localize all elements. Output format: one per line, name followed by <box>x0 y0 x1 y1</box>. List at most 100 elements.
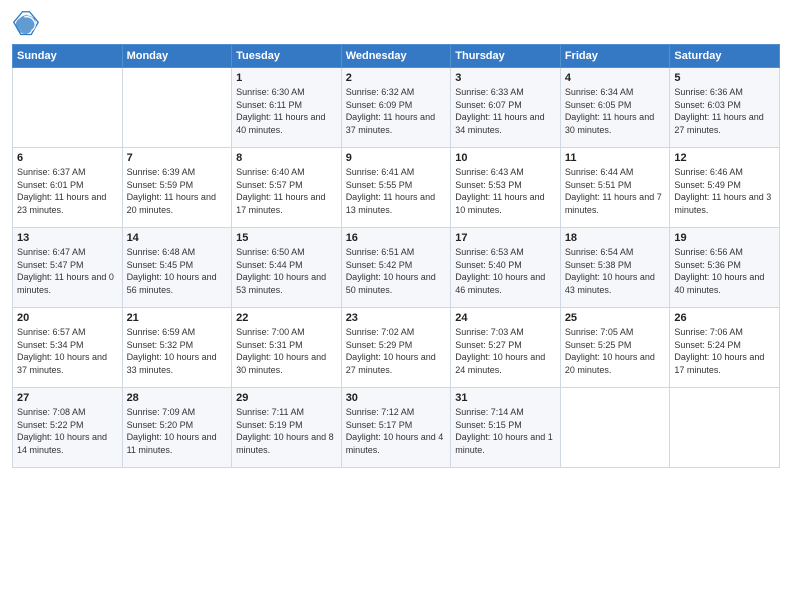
cell-5-1: 27 Sunrise: 7:08 AM Sunset: 5:22 PM Dayli… <box>13 388 123 468</box>
day-number: 2 <box>346 72 447 84</box>
day-number: 26 <box>674 312 775 324</box>
day-number: 20 <box>17 312 118 324</box>
week-row-4: 20 Sunrise: 6:57 AM Sunset: 5:34 PM Dayli… <box>13 308 780 388</box>
day-number: 7 <box>127 152 228 164</box>
cell-info: Sunrise: 6:46 AM Sunset: 5:49 PM Dayligh… <box>674 166 775 216</box>
cell-info: Sunrise: 6:33 AM Sunset: 6:07 PM Dayligh… <box>455 86 556 136</box>
col-header-thursday: Thursday <box>451 45 561 68</box>
cell-2-1: 6 Sunrise: 6:37 AM Sunset: 6:01 PM Daylig… <box>13 148 123 228</box>
cell-info: Sunrise: 6:57 AM Sunset: 5:34 PM Dayligh… <box>17 326 118 376</box>
day-number: 24 <box>455 312 556 324</box>
cell-1-6: 4 Sunrise: 6:34 AM Sunset: 6:05 PM Daylig… <box>560 68 670 148</box>
cell-5-3: 29 Sunrise: 7:11 AM Sunset: 5:19 PM Dayli… <box>232 388 342 468</box>
day-number: 19 <box>674 232 775 244</box>
cell-info: Sunrise: 6:37 AM Sunset: 6:01 PM Dayligh… <box>17 166 118 216</box>
day-number: 21 <box>127 312 228 324</box>
cell-info: Sunrise: 6:36 AM Sunset: 6:03 PM Dayligh… <box>674 86 775 136</box>
cell-2-5: 10 Sunrise: 6:43 AM Sunset: 5:53 PM Dayli… <box>451 148 561 228</box>
cell-4-2: 21 Sunrise: 6:59 AM Sunset: 5:32 PM Dayli… <box>122 308 232 388</box>
cell-info: Sunrise: 7:00 AM Sunset: 5:31 PM Dayligh… <box>236 326 337 376</box>
day-number: 8 <box>236 152 337 164</box>
cell-info: Sunrise: 7:03 AM Sunset: 5:27 PM Dayligh… <box>455 326 556 376</box>
cell-2-7: 12 Sunrise: 6:46 AM Sunset: 5:49 PM Dayli… <box>670 148 780 228</box>
week-row-2: 6 Sunrise: 6:37 AM Sunset: 6:01 PM Daylig… <box>13 148 780 228</box>
day-number: 25 <box>565 312 666 324</box>
cell-3-6: 18 Sunrise: 6:54 AM Sunset: 5:38 PM Dayli… <box>560 228 670 308</box>
cell-5-6 <box>560 388 670 468</box>
cell-1-7: 5 Sunrise: 6:36 AM Sunset: 6:03 PM Daylig… <box>670 68 780 148</box>
col-header-sunday: Sunday <box>13 45 123 68</box>
day-number: 12 <box>674 152 775 164</box>
logo <box>12 10 42 38</box>
cell-1-5: 3Sunrise: 6:33 AM Sunset: 6:07 PM Daylig… <box>451 68 561 148</box>
cell-3-4: 16 Sunrise: 6:51 AM Sunset: 5:42 PM Dayli… <box>341 228 451 308</box>
day-number: 29 <box>236 392 337 404</box>
cell-info: Sunrise: 7:12 AM Sunset: 5:17 PM Dayligh… <box>346 406 447 456</box>
cell-info: Sunrise: 7:11 AM Sunset: 5:19 PM Dayligh… <box>236 406 337 456</box>
day-number: 6 <box>17 152 118 164</box>
cell-info: Sunrise: 6:43 AM Sunset: 5:53 PM Dayligh… <box>455 166 556 216</box>
cell-1-1 <box>13 68 123 148</box>
cell-info: Sunrise: 6:56 AM Sunset: 5:36 PM Dayligh… <box>674 246 775 296</box>
cell-5-7 <box>670 388 780 468</box>
cell-5-2: 28 Sunrise: 7:09 AM Sunset: 5:20 PM Dayli… <box>122 388 232 468</box>
cell-4-6: 25 Sunrise: 7:05 AM Sunset: 5:25 PM Dayli… <box>560 308 670 388</box>
cell-info: Sunrise: 7:09 AM Sunset: 5:20 PM Dayligh… <box>127 406 228 456</box>
cell-2-6: 11Sunrise: 6:44 AM Sunset: 5:51 PM Dayli… <box>560 148 670 228</box>
day-number: 30 <box>346 392 447 404</box>
cell-4-4: 23Sunrise: 7:02 AM Sunset: 5:29 PM Dayli… <box>341 308 451 388</box>
day-number: 27 <box>17 392 118 404</box>
cell-1-4: 2 Sunrise: 6:32 AM Sunset: 6:09 PM Daylig… <box>341 68 451 148</box>
cell-1-2 <box>122 68 232 148</box>
day-number: 11 <box>565 152 666 164</box>
cell-3-7: 19 Sunrise: 6:56 AM Sunset: 5:36 PM Dayli… <box>670 228 780 308</box>
day-number: 5 <box>674 72 775 84</box>
cell-2-3: 8 Sunrise: 6:40 AM Sunset: 5:57 PM Daylig… <box>232 148 342 228</box>
cell-1-3: 1 Sunrise: 6:30 AM Sunset: 6:11 PM Daylig… <box>232 68 342 148</box>
day-number: 1 <box>236 72 337 84</box>
cell-3-3: 15 Sunrise: 6:50 AM Sunset: 5:44 PM Dayli… <box>232 228 342 308</box>
week-row-5: 27 Sunrise: 7:08 AM Sunset: 5:22 PM Dayli… <box>13 388 780 468</box>
cell-3-5: 17 Sunrise: 6:53 AM Sunset: 5:40 PM Dayli… <box>451 228 561 308</box>
cell-info: Sunrise: 6:47 AM Sunset: 5:47 PM Dayligh… <box>17 246 118 296</box>
cell-2-4: 9 Sunrise: 6:41 AM Sunset: 5:55 PM Daylig… <box>341 148 451 228</box>
cell-4-5: 24 Sunrise: 7:03 AM Sunset: 5:27 PM Dayli… <box>451 308 561 388</box>
cell-info: Sunrise: 6:54 AM Sunset: 5:38 PM Dayligh… <box>565 246 666 296</box>
cell-3-2: 14 Sunrise: 6:48 AM Sunset: 5:45 PM Dayli… <box>122 228 232 308</box>
col-header-friday: Friday <box>560 45 670 68</box>
cell-info: Sunrise: 6:59 AM Sunset: 5:32 PM Dayligh… <box>127 326 228 376</box>
cell-info: Sunrise: 6:30 AM Sunset: 6:11 PM Dayligh… <box>236 86 337 136</box>
cell-5-5: 31Sunrise: 7:14 AM Sunset: 5:15 PM Dayli… <box>451 388 561 468</box>
cell-info: Sunrise: 6:39 AM Sunset: 5:59 PM Dayligh… <box>127 166 228 216</box>
col-header-saturday: Saturday <box>670 45 780 68</box>
day-number: 28 <box>127 392 228 404</box>
cell-info: Sunrise: 7:06 AM Sunset: 5:24 PM Dayligh… <box>674 326 775 376</box>
cell-4-3: 22Sunrise: 7:00 AM Sunset: 5:31 PM Dayli… <box>232 308 342 388</box>
day-number: 18 <box>565 232 666 244</box>
cell-info: Sunrise: 6:41 AM Sunset: 5:55 PM Dayligh… <box>346 166 447 216</box>
cell-info: Sunrise: 6:40 AM Sunset: 5:57 PM Dayligh… <box>236 166 337 216</box>
day-number: 16 <box>346 232 447 244</box>
col-header-monday: Monday <box>122 45 232 68</box>
day-number: 10 <box>455 152 556 164</box>
day-number: 15 <box>236 232 337 244</box>
cell-info: Sunrise: 7:05 AM Sunset: 5:25 PM Dayligh… <box>565 326 666 376</box>
day-number: 13 <box>17 232 118 244</box>
day-number: 14 <box>127 232 228 244</box>
col-header-tuesday: Tuesday <box>232 45 342 68</box>
logo-icon <box>12 10 40 38</box>
cell-info: Sunrise: 7:14 AM Sunset: 5:15 PM Dayligh… <box>455 406 556 456</box>
cell-info: Sunrise: 6:32 AM Sunset: 6:09 PM Dayligh… <box>346 86 447 136</box>
cell-info: Sunrise: 7:08 AM Sunset: 5:22 PM Dayligh… <box>17 406 118 456</box>
cell-2-2: 7 Sunrise: 6:39 AM Sunset: 5:59 PM Daylig… <box>122 148 232 228</box>
cell-info: Sunrise: 6:53 AM Sunset: 5:40 PM Dayligh… <box>455 246 556 296</box>
day-number: 9 <box>346 152 447 164</box>
day-number: 17 <box>455 232 556 244</box>
col-header-wednesday: Wednesday <box>341 45 451 68</box>
cell-info: Sunrise: 6:51 AM Sunset: 5:42 PM Dayligh… <box>346 246 447 296</box>
cell-info: Sunrise: 6:48 AM Sunset: 5:45 PM Dayligh… <box>127 246 228 296</box>
cell-info: Sunrise: 6:34 AM Sunset: 6:05 PM Dayligh… <box>565 86 666 136</box>
day-number: 4 <box>565 72 666 84</box>
cell-4-1: 20 Sunrise: 6:57 AM Sunset: 5:34 PM Dayli… <box>13 308 123 388</box>
cell-info: Sunrise: 6:50 AM Sunset: 5:44 PM Dayligh… <box>236 246 337 296</box>
